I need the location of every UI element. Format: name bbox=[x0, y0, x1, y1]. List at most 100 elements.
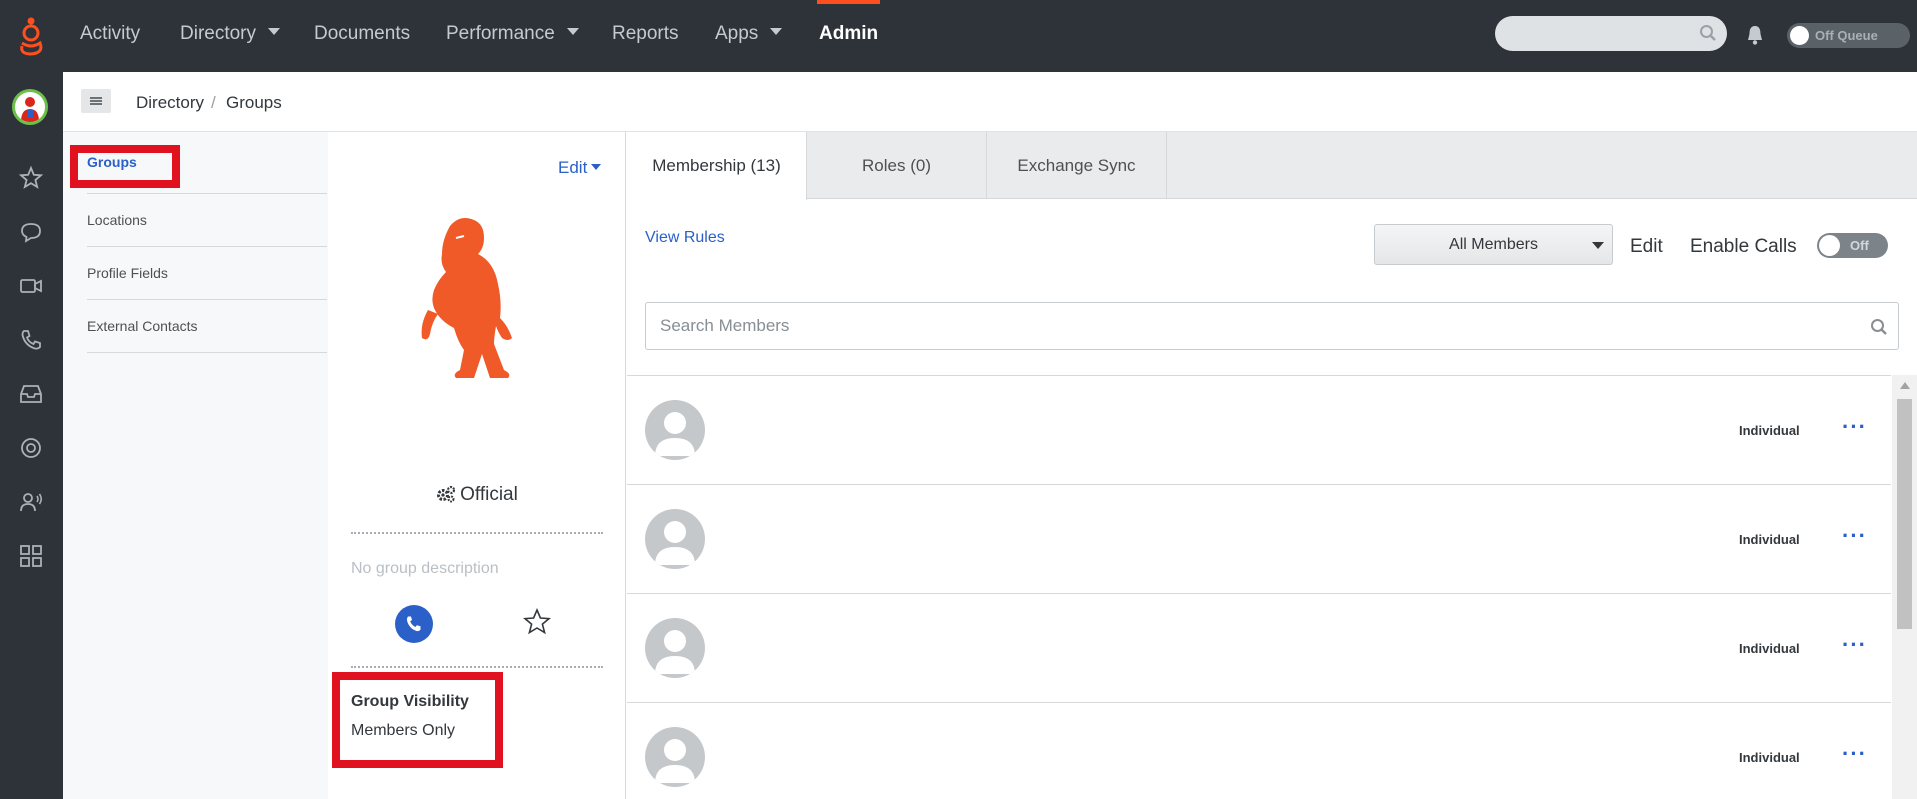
queue-status-toggle[interactable]: Off Queue bbox=[1787, 23, 1910, 48]
chevron-down-icon bbox=[566, 28, 579, 36]
top-navigation-bar: Activity Directory Documents Performance Rep… bbox=[0, 0, 1917, 72]
chevron-down-icon bbox=[268, 28, 281, 36]
nav-item-label: Reports bbox=[612, 23, 679, 44]
tab-membership[interactable]: Membership (13) bbox=[627, 132, 807, 200]
directory-sub-navigation: Groups Locations Profile Fields External… bbox=[63, 132, 328, 799]
search-icon bbox=[1700, 25, 1716, 41]
chevron-down-icon bbox=[1592, 242, 1604, 249]
scrollbar-thumb[interactable] bbox=[1897, 399, 1912, 629]
nav-item-activity[interactable]: Activity bbox=[80, 0, 140, 72]
edit-group-dropdown[interactable]: Edit bbox=[558, 158, 602, 178]
nav-item-label: Activity bbox=[80, 23, 141, 44]
calls-toggle-label: Off bbox=[1850, 238, 1869, 253]
nav-item-performance[interactable]: Performance bbox=[446, 0, 579, 72]
breadcrumb-groups: Groups bbox=[226, 93, 282, 112]
contacts-icon[interactable] bbox=[18, 489, 44, 515]
divider bbox=[351, 666, 603, 668]
favorite-star-icon[interactable] bbox=[522, 607, 552, 637]
call-group-button[interactable] bbox=[395, 605, 433, 643]
enable-calls-toggle[interactable]: Off bbox=[1817, 233, 1888, 258]
help-lifebuoy-icon[interactable] bbox=[18, 435, 44, 461]
queue-toggle-label: Off Queue bbox=[1815, 28, 1878, 43]
tab-label: Membership (13) bbox=[652, 156, 781, 175]
member-filter-value: All Members bbox=[1449, 236, 1538, 253]
group-tabs: Membership (13) Roles (0) Exchange Sync bbox=[627, 132, 1917, 200]
nav-item-admin[interactable]: Admin bbox=[816, 0, 881, 72]
divider bbox=[351, 532, 603, 534]
list-item[interactable]: Individual ··· bbox=[627, 376, 1891, 485]
member-avatar bbox=[645, 618, 705, 678]
breadcrumb-bar: Directory / Groups bbox=[63, 72, 1917, 132]
breadcrumb-directory-link[interactable]: Directory bbox=[136, 93, 204, 113]
edit-group-label: Edit bbox=[558, 158, 588, 177]
video-icon[interactable] bbox=[18, 273, 44, 299]
toggle-knob bbox=[1790, 26, 1809, 45]
tab-exchange-sync[interactable]: Exchange Sync bbox=[987, 132, 1167, 199]
member-list: Individual ··· Individual ··· Individual… bbox=[627, 375, 1891, 799]
toggle-knob bbox=[1819, 235, 1840, 256]
scroll-up-arrow-icon[interactable] bbox=[1900, 382, 1910, 389]
subnav-item-locations[interactable]: Locations bbox=[87, 194, 327, 247]
search-icon bbox=[1871, 319, 1887, 335]
tab-label: Exchange Sync bbox=[1017, 156, 1136, 175]
list-item[interactable]: Individual ··· bbox=[627, 485, 1891, 594]
default-user-icon bbox=[655, 521, 695, 565]
member-filter-select[interactable]: All Members bbox=[1374, 224, 1613, 265]
more-options-icon[interactable]: ··· bbox=[1842, 741, 1867, 767]
nav-item-directory[interactable]: Directory bbox=[180, 0, 281, 72]
chat-icon[interactable] bbox=[18, 219, 44, 245]
chevron-down-icon bbox=[770, 28, 783, 36]
nav-item-reports[interactable]: Reports bbox=[612, 0, 679, 72]
default-user-icon bbox=[655, 630, 695, 674]
search-members-field[interactable] bbox=[645, 302, 1899, 350]
member-avatar bbox=[645, 400, 705, 460]
default-user-icon bbox=[655, 739, 695, 783]
apps-grid-icon[interactable] bbox=[18, 543, 44, 569]
subnav-item-label: Locations bbox=[87, 212, 147, 228]
more-options-icon[interactable]: ··· bbox=[1842, 523, 1867, 549]
list-item[interactable]: Individual ··· bbox=[627, 594, 1891, 703]
group-type: Official bbox=[328, 484, 626, 506]
favorites-star-icon[interactable] bbox=[18, 165, 44, 191]
genesys-logo-icon[interactable] bbox=[14, 16, 48, 56]
highlight-box-groups bbox=[70, 145, 180, 188]
member-list-scrollbar[interactable] bbox=[1892, 375, 1917, 799]
subnav-item-profile-fields[interactable]: Profile Fields bbox=[87, 247, 327, 300]
subnav-item-label: Profile Fields bbox=[87, 265, 168, 281]
default-user-icon bbox=[655, 412, 695, 456]
more-options-icon[interactable]: ··· bbox=[1842, 414, 1867, 440]
nav-item-label: Apps bbox=[715, 23, 759, 44]
subnav-item-external-contacts[interactable]: External Contacts bbox=[87, 300, 327, 353]
member-avatar bbox=[645, 509, 705, 569]
member-type: Individual bbox=[1739, 532, 1800, 547]
inbox-icon[interactable] bbox=[18, 381, 44, 407]
tab-roles[interactable]: Roles (0) bbox=[807, 132, 987, 199]
edit-members-button[interactable]: Edit bbox=[1630, 236, 1663, 258]
nav-item-label: Documents bbox=[314, 23, 411, 44]
nav-item-label: Directory bbox=[180, 23, 257, 44]
search-members-input[interactable] bbox=[660, 303, 1840, 349]
notifications-bell-icon[interactable] bbox=[1746, 24, 1764, 46]
user-avatar[interactable] bbox=[12, 89, 48, 125]
list-item[interactable]: Individual ··· bbox=[627, 703, 1891, 799]
highlight-box-visibility bbox=[332, 672, 503, 768]
left-icon-rail bbox=[0, 72, 63, 799]
member-type: Individual bbox=[1739, 750, 1800, 765]
member-type: Individual bbox=[1739, 423, 1800, 438]
group-description: No group description bbox=[351, 560, 499, 577]
subnav-item-label: External Contacts bbox=[87, 318, 198, 334]
chevron-down-icon bbox=[591, 163, 602, 170]
nav-item-label: Performance bbox=[446, 23, 555, 44]
nav-item-apps[interactable]: Apps bbox=[715, 0, 783, 72]
breadcrumb-separator: / bbox=[211, 93, 216, 112]
phone-icon bbox=[406, 616, 421, 632]
member-type: Individual bbox=[1739, 641, 1800, 656]
phone-icon[interactable] bbox=[18, 327, 44, 353]
sidebar-toggle-button[interactable] bbox=[81, 89, 111, 113]
enable-calls-label: Enable Calls bbox=[1690, 236, 1797, 257]
view-rules-link[interactable]: View Rules bbox=[645, 229, 725, 247]
nav-item-documents[interactable]: Documents bbox=[314, 0, 410, 72]
gears-icon bbox=[437, 485, 456, 503]
global-search-input[interactable] bbox=[1495, 16, 1727, 51]
more-options-icon[interactable]: ··· bbox=[1842, 632, 1867, 658]
